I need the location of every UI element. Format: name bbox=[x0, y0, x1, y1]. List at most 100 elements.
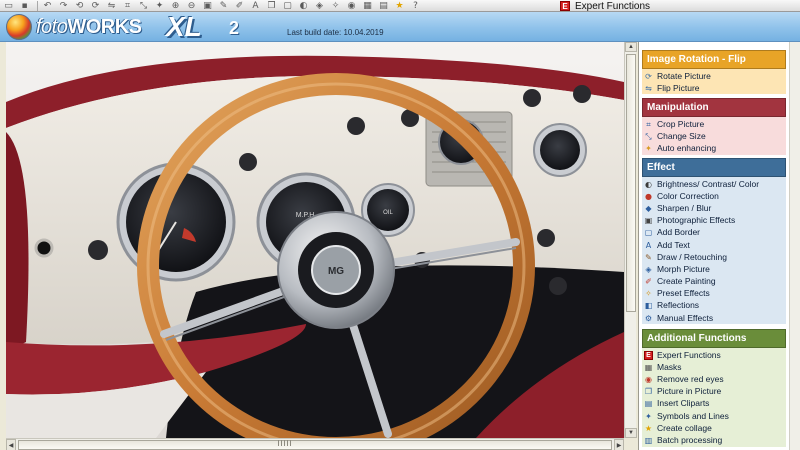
batch-icon[interactable]: ▤ bbox=[377, 1, 390, 11]
border-icon: ▢ bbox=[644, 228, 653, 238]
item-label: Color Correction bbox=[657, 190, 719, 201]
menu-item-flip-picture[interactable]: ⇋ Flip Picture bbox=[642, 82, 786, 94]
filter-icon[interactable]: ◈ bbox=[313, 1, 326, 11]
item-label: Crop Picture bbox=[657, 118, 705, 129]
flip-icon[interactable]: ⇋ bbox=[105, 1, 118, 11]
horizontal-scrollbar[interactable]: ◀ ▶ bbox=[6, 438, 624, 450]
menu-item-change-size[interactable]: ⤡ Change Size bbox=[642, 130, 786, 142]
picture-canvas[interactable]: M.P.H. OIL MG bbox=[6, 42, 624, 438]
magic-wand-icon[interactable]: ✦ bbox=[153, 1, 166, 11]
effects-icon[interactable]: ✧ bbox=[329, 1, 342, 11]
color-icon[interactable]: ◐ bbox=[297, 1, 310, 11]
menu-item-batch-processing[interactable]: ▥ Batch processing bbox=[642, 434, 786, 446]
item-label: Add Border bbox=[657, 227, 700, 238]
preset-icon: ✧ bbox=[645, 289, 652, 299]
menu-item-add-text[interactable]: A Add Text bbox=[642, 239, 786, 251]
zoom-out-icon[interactable]: ⊖ bbox=[185, 1, 198, 11]
crop-icon: ⌗ bbox=[646, 119, 651, 129]
zoom-in-icon[interactable]: ⊕ bbox=[169, 1, 182, 11]
star-icon[interactable]: ★ bbox=[393, 1, 406, 11]
frame-icon[interactable]: ▢ bbox=[281, 1, 294, 11]
menu-item-brightness[interactable]: ◐ Brightness/ Contrast/ Color bbox=[642, 178, 786, 190]
scroll-grip-icon bbox=[278, 440, 292, 446]
vertical-scrollbar[interactable]: ▲ ▼ bbox=[624, 42, 637, 438]
section-effect: Effect ◐ Brightness/ Contrast/ Color ● Col… bbox=[642, 158, 786, 325]
horizontal-scroll-thumb[interactable] bbox=[18, 440, 612, 450]
item-label: Preset Effects bbox=[657, 288, 710, 299]
scroll-right-icon[interactable]: ▶ bbox=[614, 439, 624, 450]
expert-functions-label: Expert Functions bbox=[575, 0, 651, 12]
section-header[interactable]: Additional Functions bbox=[642, 329, 786, 348]
save-icon[interactable]: ▪ bbox=[18, 1, 31, 11]
menu-item-add-border[interactable]: ▢ Add Border bbox=[642, 227, 786, 239]
item-label: Remove red eyes bbox=[657, 373, 724, 384]
item-label: Masks bbox=[657, 361, 682, 372]
section-header[interactable]: Manipulation bbox=[642, 98, 786, 117]
brush-icon[interactable]: ✎ bbox=[217, 1, 230, 11]
menu-item-sharpen-blur[interactable]: ◆ Sharpen / Blur bbox=[642, 202, 786, 214]
menu-item-insert-cliparts[interactable]: ▤ Insert Cliparts bbox=[642, 398, 786, 410]
redo-icon[interactable]: ↷ bbox=[57, 1, 70, 11]
camera-icon: ▣ bbox=[644, 216, 653, 226]
scroll-left-icon[interactable]: ◀ bbox=[6, 439, 16, 450]
menu-item-create-collage[interactable]: ★ Create collage bbox=[642, 422, 786, 434]
morph-icon: ◈ bbox=[645, 264, 652, 274]
section-items: ◐ Brightness/ Contrast/ Color ● Color Corr… bbox=[642, 177, 786, 325]
menu-item-draw-retouching[interactable]: ✎ Draw / Retouching bbox=[642, 251, 786, 263]
scroll-up-icon[interactable]: ▲ bbox=[625, 42, 637, 52]
batch-icon: ▥ bbox=[644, 435, 653, 445]
red-eye-icon: ◉ bbox=[645, 374, 652, 384]
car-dashboard-photo: M.P.H. OIL MG bbox=[6, 42, 624, 438]
rotate-left-icon[interactable]: ⟲ bbox=[73, 1, 86, 11]
magic-wand-icon: ✦ bbox=[645, 143, 652, 153]
item-label: Create collage bbox=[657, 422, 712, 433]
menu-item-masks[interactable]: ▦ Masks bbox=[642, 361, 786, 373]
menu-item-rotate-picture[interactable]: ⟳ Rotate Picture bbox=[642, 70, 786, 82]
menu-item-auto-enhancing[interactable]: ✦ Auto enhancing bbox=[642, 142, 786, 154]
item-label: Picture in Picture bbox=[657, 386, 722, 397]
crop-icon[interactable]: ⌗ bbox=[121, 1, 134, 11]
panel-scrollbar[interactable] bbox=[789, 42, 800, 450]
menu-item-remove-red-eyes[interactable]: ◉ Remove red eyes bbox=[642, 373, 786, 385]
section-items: ⟳ Rotate Picture ⇋ Flip Picture bbox=[642, 69, 786, 95]
menu-item-color-correction[interactable]: ● Color Correction bbox=[642, 190, 786, 202]
toolbar-separator bbox=[37, 0, 38, 11]
scroll-down-icon[interactable]: ▼ bbox=[625, 428, 637, 438]
menu-item-reflections[interactable]: ◧ Reflections bbox=[642, 300, 786, 312]
color-correction-icon: ● bbox=[645, 191, 652, 201]
menu-item-picture-in-picture[interactable]: ❐ Picture in Picture bbox=[642, 386, 786, 398]
rotate-right-icon[interactable]: ⟳ bbox=[89, 1, 102, 11]
item-label: Auto enhancing bbox=[657, 142, 717, 153]
menu-item-preset-effects[interactable]: ✧ Preset Effects bbox=[642, 288, 786, 300]
app-logo-text: fotoWORKS bbox=[36, 16, 142, 38]
section-manipulation: Manipulation ⌗ Crop Picture ⤡ Change Size … bbox=[642, 98, 786, 155]
expert-icon: E bbox=[644, 350, 653, 360]
vertical-scroll-thumb[interactable] bbox=[626, 54, 636, 312]
fit-window-icon[interactable]: ▣ bbox=[201, 1, 214, 11]
section-header[interactable]: Effect bbox=[642, 158, 786, 177]
undo-icon[interactable]: ↶ bbox=[41, 1, 54, 11]
menu-item-symbols-and-lines[interactable]: ✦ Symbols and Lines bbox=[642, 410, 786, 422]
text-icon[interactable]: A bbox=[249, 1, 262, 11]
pencil-icon[interactable]: ✐ bbox=[233, 1, 246, 11]
reflection-icon: ◧ bbox=[644, 301, 653, 311]
resize-icon: ⤡ bbox=[645, 131, 652, 141]
resize-icon[interactable]: ⤡ bbox=[137, 1, 150, 11]
eye-icon[interactable]: ◉ bbox=[345, 1, 358, 11]
section-header[interactable]: Image Rotation - Flip bbox=[642, 50, 786, 69]
app-banner: fotoWORKS XL 2 Last build date: 10.04.20… bbox=[0, 12, 800, 42]
rotate-picture-icon: ⟳ bbox=[645, 71, 652, 81]
folder-open-icon[interactable]: ▭ bbox=[2, 1, 15, 11]
help-icon[interactable]: ? bbox=[409, 1, 422, 11]
menu-item-photographic-effects[interactable]: ▣ Photographic Effects bbox=[642, 215, 786, 227]
collage-icon[interactable]: ▦ bbox=[361, 1, 374, 11]
menu-item-crop-picture[interactable]: ⌗ Crop Picture bbox=[642, 118, 786, 130]
expert-functions-button[interactable]: E Expert Functions bbox=[560, 0, 651, 12]
draw-icon: ✎ bbox=[645, 252, 652, 262]
menu-item-create-painting[interactable]: ✐ Create Painting bbox=[642, 276, 786, 288]
menu-item-expert-functions[interactable]: E Expert Functions bbox=[642, 349, 786, 361]
menu-item-manual-effects[interactable]: ⚙ Manual Effects bbox=[642, 312, 786, 324]
clone-icon[interactable]: ❐ bbox=[265, 1, 278, 11]
menu-item-morph-picture[interactable]: ◈ Morph Picture bbox=[642, 263, 786, 275]
logo-icon bbox=[6, 14, 32, 40]
